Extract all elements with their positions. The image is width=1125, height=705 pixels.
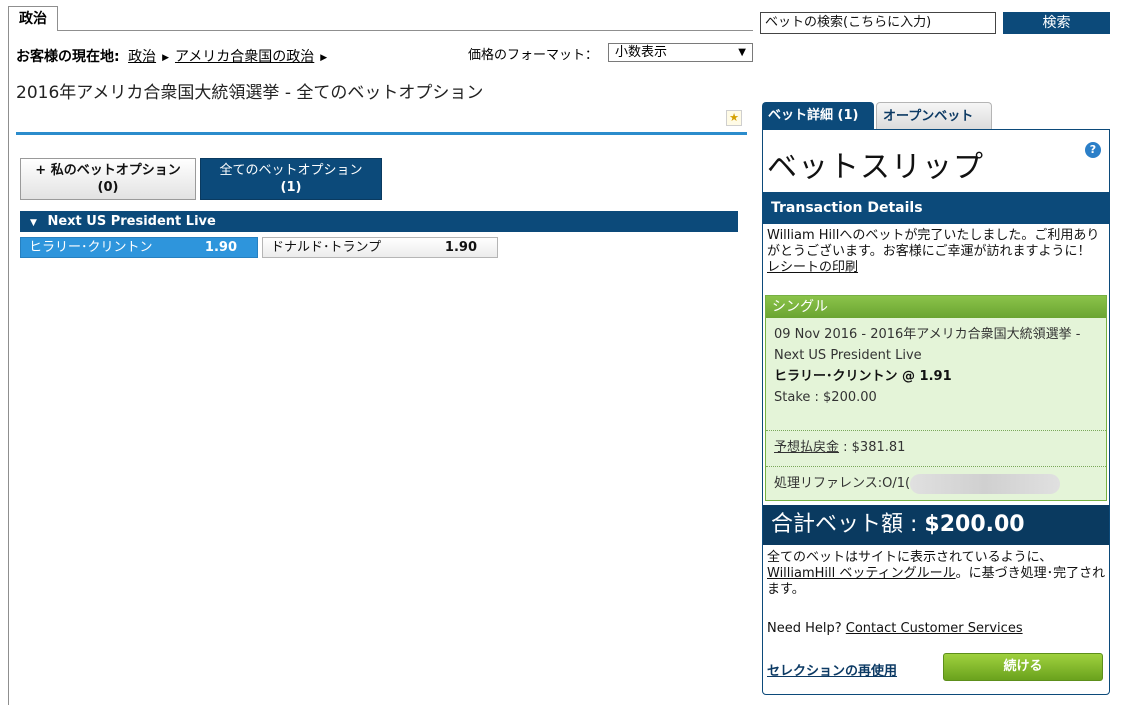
single-bet-event: 09 Nov 2016 - 2016年アメリカ合衆国大統領選挙 - Next U… (774, 327, 1081, 363)
selection-trump[interactable]: ドナルド･トランプ 1.90 (262, 237, 498, 258)
help-text: Need Help? (767, 621, 846, 636)
estimated-return-value: : $381.81 (839, 440, 906, 455)
price-format-select[interactable]: 小数表示 ▼ (608, 43, 753, 62)
total-stake-bar: 合計ベット額 : $200.00 (763, 505, 1109, 545)
selection-name: ヒラリー･クリントン (29, 240, 153, 255)
selection-odds: 1.90 (204, 240, 237, 255)
rules-text: 全てのベットはサイトに表示されているように、WilliamHill ベッティング… (767, 550, 1107, 598)
chevron-right-icon: ▶ (162, 53, 169, 63)
reference-row: 処理リファレンス:O/1( (766, 466, 1106, 501)
total-stake-label: 合計ベット額 : (771, 512, 925, 537)
help-icon[interactable]: ? (1085, 142, 1101, 158)
transaction-details-header: Transaction Details (763, 192, 1109, 224)
breadcrumb-link-us-politics[interactable]: アメリカ合衆国の政治 (175, 49, 314, 65)
rules-text-pre: 全てのベットはサイトに表示されているように、 (767, 550, 1053, 565)
selection-hillary[interactable]: ヒラリー･クリントン 1.90 (20, 237, 258, 258)
confirmation-text: William Hillへのベットが完了いたしました。ご利用ありがとうございます… (767, 228, 1107, 276)
price-format: 価格のフォーマット： 小数表示 ▼ (468, 43, 753, 63)
tab-politics[interactable]: 政治 (8, 6, 58, 31)
my-bet-options-count: (0) (97, 180, 119, 195)
selection-name: ドナルド･トランプ (271, 240, 382, 255)
single-bet-header: シングル (766, 296, 1106, 318)
breadcrumb: お客様の現在地: 政治 ▶ アメリカ合衆国の政治 ▶ (16, 46, 333, 66)
print-receipt-link[interactable]: レシートの印刷 (767, 260, 858, 275)
breadcrumb-lead: お客様の現在地: (16, 49, 120, 65)
chevron-right-icon: ▶ (320, 53, 328, 63)
single-bet-selection: ヒラリー･クリントン @ 1.91 (774, 369, 952, 384)
search-button[interactable]: 検索 (1003, 12, 1110, 34)
contact-customer-services-link[interactable]: Contact Customer Services (846, 621, 1023, 636)
breadcrumb-link-politics[interactable]: 政治 (128, 49, 156, 65)
betslip-title: ベットスリップ (767, 150, 984, 185)
continue-button[interactable]: 続ける (943, 653, 1103, 681)
reuse-selection-link[interactable]: セレクションの再使用 (767, 660, 897, 679)
help-line: Need Help? Contact Customer Services (767, 621, 1023, 636)
redacted-blur (910, 473, 1061, 494)
all-bet-options-count: (1) (280, 180, 302, 195)
total-stake-amount: $200.00 (924, 512, 1025, 537)
confirmation-message: William Hillへのベットが完了いたしました。ご利用ありがとうございます… (767, 228, 1100, 259)
page-title: 2016年アメリカ合衆国大統領選挙 - 全てのベットオプション (16, 83, 484, 103)
triangle-down-icon: ▼ (30, 218, 37, 228)
all-bet-options-button[interactable]: 全てのベットオプション (1) (200, 158, 382, 200)
my-bet-options-label: + 私のベットオプション (35, 163, 181, 178)
market-name: Next US President Live (47, 214, 216, 229)
search-input[interactable]: ベットの検索(こちらに入力) (760, 12, 996, 34)
single-bet-box: シングル 09 Nov 2016 - 2016年アメリカ合衆国大統領選挙 - N… (765, 295, 1107, 501)
tab-bet-details[interactable]: ベット詳細 (1) (762, 102, 874, 129)
market-header[interactable]: ▼ Next US President Live (20, 211, 738, 232)
reference-label: 処理リファレンス:O/1( (774, 476, 911, 491)
price-format-label: 価格のフォーマット： (468, 48, 599, 63)
favorite-icon[interactable]: ★ (726, 110, 742, 126)
single-bet-stake: Stake : $200.00 (774, 390, 877, 405)
tab-open-bets[interactable]: オープンベット (2) (876, 102, 992, 151)
all-bet-options-label: 全てのベットオプション (219, 163, 363, 178)
selection-odds: 1.90 (444, 240, 477, 255)
single-bet-body: 09 Nov 2016 - 2016年アメリカ合衆国大統領選挙 - Next U… (766, 318, 1106, 408)
estimated-return-row: 予想払戻金 : $381.81 (766, 430, 1106, 465)
betting-rules-link[interactable]: WilliamHill ベッティングルール (767, 566, 956, 581)
dropdown-arrow-icon: ▼ (738, 47, 746, 58)
estimated-return-link[interactable]: 予想払戻金 (774, 440, 839, 455)
betslip-panel: ベットスリップ ? Transaction Details William Hi… (762, 129, 1110, 695)
price-format-value: 小数表示 (615, 45, 668, 60)
my-bet-options-button[interactable]: + 私のベットオプション (0) (20, 158, 196, 200)
title-underline (16, 132, 747, 135)
